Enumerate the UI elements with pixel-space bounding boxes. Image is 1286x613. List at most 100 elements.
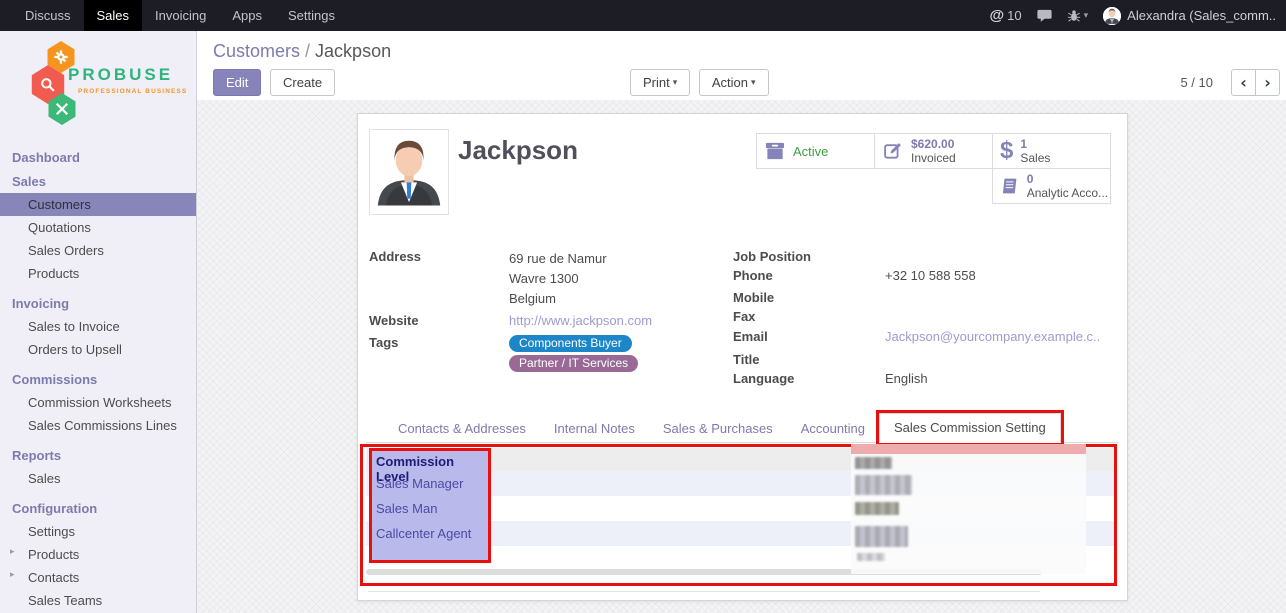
user-menu[interactable]: Alexandra (Sales_comm.. (1103, 7, 1276, 25)
invoiced-amount: $620.00 (911, 137, 956, 151)
tab-accounting[interactable]: Accounting (787, 415, 879, 443)
bug-icon (1067, 9, 1081, 23)
active-label: Active (793, 144, 828, 159)
fax-field-label: Fax (733, 309, 885, 325)
sales-count: 1 (1020, 137, 1050, 151)
menu-invoicing[interactable]: Invoicing (142, 0, 219, 31)
breadcrumb: Customers/Jackpson (197, 31, 1286, 62)
menu-apps[interactable]: Apps (219, 0, 275, 31)
redacted-blob (855, 475, 912, 495)
title-field-label: Title (733, 352, 885, 368)
tag-components-buyer: Components Buyer (509, 335, 632, 352)
menu-sales[interactable]: Sales (84, 0, 143, 31)
commission-level-column-header[interactable]: Commission Level (372, 451, 488, 471)
tab-internal-notes[interactable]: Internal Notes (540, 415, 649, 443)
redacted-values-region (851, 444, 1086, 574)
sidebar-header-commissions[interactable]: Commissions (0, 367, 196, 391)
redaction-blur-strip (851, 444, 1086, 454)
sidebar-item-orders-to-upsell[interactable]: Orders to Upsell (0, 338, 196, 361)
sidebar-item-settings[interactable]: Settings (0, 520, 196, 543)
action-dropdown[interactable]: Action▾ (699, 69, 769, 96)
pager-previous-button[interactable]: ‹ (1231, 69, 1256, 96)
logo-title: PROBUSE (68, 65, 187, 85)
email-link[interactable]: Jackpson@yourcompany.example.c.. (885, 329, 1100, 345)
stat-buttons: Active $620.00 Invoiced (757, 134, 1111, 204)
archive-icon (764, 142, 786, 160)
create-button[interactable]: Create (270, 69, 335, 96)
sidebar-item-config-contacts[interactable]: ▸Contacts (0, 566, 196, 589)
menu-settings[interactable]: Settings (275, 0, 348, 31)
dollar-icon: $ (1000, 139, 1013, 163)
sidebar-header-dashboard[interactable]: Dashboard (0, 145, 196, 169)
expander-icon: ▸ (10, 547, 15, 557)
active-stat-button[interactable]: Active (756, 133, 875, 169)
breadcrumb-customers[interactable]: Customers (213, 41, 300, 61)
customer-photo (369, 129, 449, 215)
topbar-systray: @ 10 ▾ (990, 0, 1286, 31)
sidebar-item-reports-sales[interactable]: Sales (0, 467, 196, 490)
messages-icon[interactable] (1037, 9, 1052, 23)
tab-contacts-addresses[interactable]: Contacts & Addresses (384, 415, 540, 443)
redacted-blob (855, 502, 899, 515)
main-area: Customers/Jackpson Edit Create Print▾ Ac… (197, 31, 1286, 613)
divider (368, 591, 1040, 592)
redacted-blob (857, 553, 885, 561)
sidebar-item-products[interactable]: Products (0, 262, 196, 285)
top-navbar: Discuss Sales Invoicing Apps Settings @ … (0, 0, 1286, 31)
job-position-field-label: Job Position (733, 249, 885, 265)
user-name: Alexandra (Sales_comm.. (1127, 8, 1276, 23)
sidebar-item-quotations[interactable]: Quotations (0, 216, 196, 239)
sidebar-item-config-products[interactable]: ▸Products (0, 543, 196, 566)
chat-bubble-icon (1037, 9, 1052, 23)
sidebar-header-configuration[interactable]: Configuration (0, 496, 196, 520)
commission-level-cell[interactable]: Callcenter Agent (372, 521, 488, 546)
commission-level-column-highlight: Commission Level Sales Manager Sales Man… (369, 448, 491, 563)
debug-menu[interactable]: ▾ (1067, 9, 1089, 23)
sales-stat-button[interactable]: $ 1 Sales (992, 133, 1111, 169)
analytic-accounts-stat-button[interactable]: 0 Analytic Acco... (992, 168, 1111, 204)
menu-discuss[interactable]: Discuss (12, 0, 84, 31)
customer-name-title: Jackpson (458, 135, 578, 166)
chevron-down-icon: ▾ (1084, 11, 1089, 21)
tab-sales-purchases[interactable]: Sales & Purchases (649, 415, 787, 443)
chevron-down-icon: ▾ (751, 78, 756, 88)
sidebar-item-customers[interactable]: Customers (0, 193, 196, 216)
edit-pencil-icon (882, 141, 904, 161)
phone-field-value: +32 10 588 558 (885, 268, 976, 284)
sidebar-header-sales[interactable]: Sales (0, 169, 196, 193)
app-window: Discuss Sales Invoicing Apps Settings @ … (0, 0, 1286, 613)
mention-count: 10 (1007, 8, 1021, 23)
tag-partner-it-services: Partner / IT Services (509, 355, 638, 372)
commission-level-cell[interactable]: Sales Man (372, 496, 488, 521)
website-field-label: Website (369, 313, 509, 329)
email-field-label: Email (733, 329, 885, 345)
sidebar-header-reports[interactable]: Reports (0, 443, 196, 467)
sidebar-item-sales-to-invoice[interactable]: Sales to Invoice (0, 315, 196, 338)
pager-count: 5 / 10 (1180, 75, 1213, 90)
sidebar-header-invoicing[interactable]: Invoicing (0, 291, 196, 315)
control-panel: Customers/Jackpson Edit Create Print▾ Ac… (197, 31, 1286, 100)
website-link[interactable]: http://www.jackpson.com (509, 313, 652, 329)
language-field-label: Language (733, 371, 885, 387)
tab-sales-commission-setting[interactable]: Sales Commission Setting (879, 413, 1061, 443)
print-dropdown[interactable]: Print▾ (630, 69, 690, 96)
field-group: Address 69 rue de Namur Wavre 1300 Belgi… (369, 249, 1113, 390)
notebook-tabs: Contacts & Addresses Internal Notes Sale… (366, 414, 1119, 443)
mobile-field-label: Mobile (733, 290, 885, 306)
commission-level-cell[interactable] (372, 546, 488, 571)
mentions-button[interactable]: @ 10 (990, 7, 1022, 24)
invoiced-stat-button[interactable]: $620.00 Invoiced (874, 133, 993, 169)
sidebar-item-sales-orders[interactable]: Sales Orders (0, 239, 196, 262)
sidebar-item-commission-worksheets[interactable]: Commission Worksheets (0, 391, 196, 414)
chevron-down-icon: ▾ (673, 78, 678, 88)
redacted-blob (855, 457, 892, 469)
probuse-logo: PROBUSE PROFESSIONAL BUSINESS (0, 39, 196, 131)
breadcrumb-separator: / (305, 41, 310, 61)
sidebar-item-sales-teams[interactable]: Sales Teams (0, 589, 196, 612)
sidebar-item-sales-commissions-lines[interactable]: Sales Commissions Lines (0, 414, 196, 437)
language-field-value: English (885, 371, 928, 387)
edit-button[interactable]: Edit (213, 69, 261, 96)
pager-next-button[interactable]: › (1255, 69, 1280, 96)
tags-field-label: Tags (369, 335, 509, 375)
logo-subtitle: PROFESSIONAL BUSINESS (68, 88, 187, 95)
